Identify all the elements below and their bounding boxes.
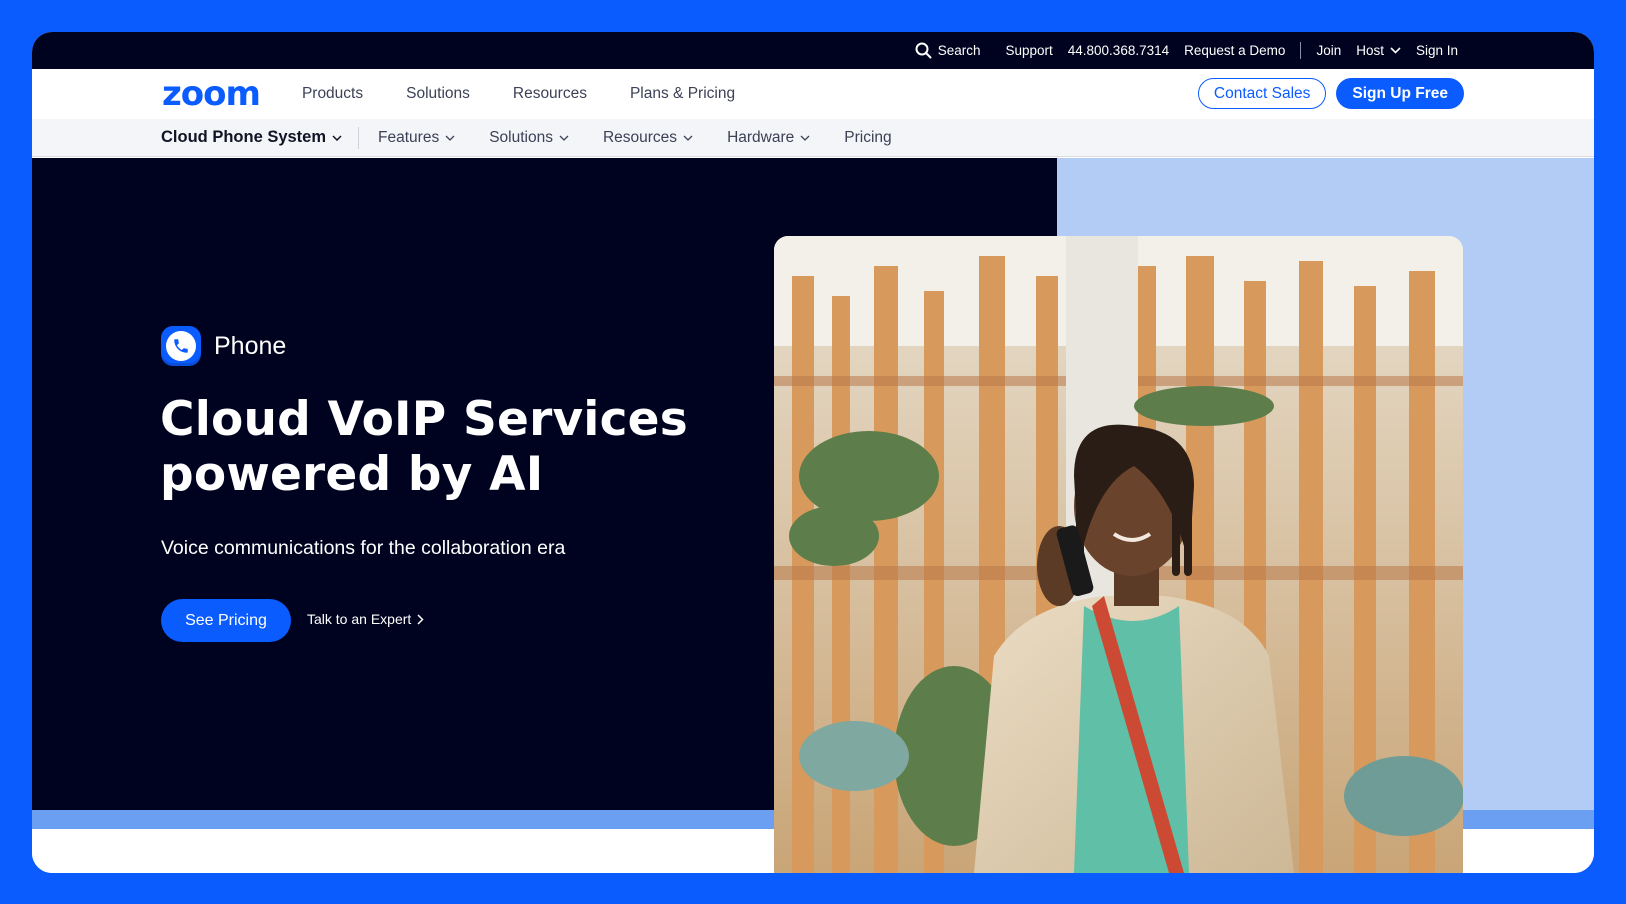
product-badge: Phone: [161, 326, 286, 366]
product-name: Phone: [214, 331, 287, 360]
woman-on-phone-illustration: [774, 236, 1463, 873]
host-label: Host: [1356, 43, 1384, 58]
talk-to-expert-label: Talk to an Expert: [307, 611, 412, 627]
subnav-pricing-label: Pricing: [844, 128, 892, 146]
chevron-right-icon: [417, 613, 424, 625]
hero-subtitle: Voice communications for the collaborati…: [161, 537, 566, 559]
chevron-down-icon: [683, 135, 693, 141]
chevron-down-icon: [1390, 47, 1401, 54]
utility-bar: Search Support 44.800.368.7314 Request a…: [32, 32, 1594, 69]
talk-to-expert-link[interactable]: Talk to an Expert: [307, 611, 424, 627]
contact-sales-button[interactable]: Contact Sales: [1197, 78, 1327, 109]
search-label: Search: [937, 43, 981, 58]
see-pricing-button[interactable]: See Pricing: [161, 599, 291, 642]
hero-photo: [774, 236, 1463, 873]
browser-frame: Search Support 44.800.368.7314 Request a…: [32, 32, 1594, 873]
chevron-down-icon: [332, 134, 342, 141]
sub-nav: Cloud Phone System Features Solutions Re…: [32, 119, 1594, 157]
request-demo-link[interactable]: Request a Demo: [1184, 43, 1285, 58]
chevron-down-icon: [800, 135, 810, 141]
phone-handset-icon: [174, 339, 188, 353]
product-label: Cloud Phone System: [161, 128, 327, 146]
main-nav: zoom Products Solutions Resources Plans …: [32, 69, 1594, 119]
support-link[interactable]: Support: [1005, 43, 1052, 58]
nav-resources[interactable]: Resources: [513, 85, 587, 103]
subnav-pricing[interactable]: Pricing: [844, 129, 891, 147]
nav-products[interactable]: Products: [302, 85, 363, 103]
phone-number-link[interactable]: 44.800.368.7314: [1068, 43, 1169, 58]
search-icon: [915, 42, 932, 59]
nav-solutions[interactable]: Solutions: [406, 85, 470, 103]
subnav-resources-label: Resources: [602, 128, 678, 146]
subnav-hardware-label: Hardware: [727, 128, 795, 146]
join-link[interactable]: Join: [1316, 43, 1341, 58]
subnav-solutions[interactable]: Solutions: [489, 129, 569, 147]
search-link[interactable]: Search: [915, 42, 981, 59]
product-dropdown[interactable]: Cloud Phone System: [161, 126, 360, 149]
subnav-features-label: Features: [378, 128, 440, 146]
sign-in-link[interactable]: Sign In: [1416, 43, 1458, 58]
chevron-down-icon: [445, 135, 455, 141]
hero-title-line-1: Cloud VoIP Services: [160, 392, 688, 447]
subnav-features[interactable]: Features: [378, 129, 455, 147]
chevron-down-icon: [559, 135, 569, 141]
hero-title: Cloud VoIP Services powered by AI: [160, 392, 760, 502]
subnav-solutions-label: Solutions: [489, 128, 553, 146]
nav-plans-pricing[interactable]: Plans & Pricing: [630, 85, 735, 103]
zoom-logo[interactable]: zoom: [162, 77, 261, 111]
hero-title-line-2: powered by AI: [160, 447, 544, 502]
utility-divider: [1300, 42, 1302, 59]
nav-actions: Contact Sales Sign Up Free: [1197, 78, 1464, 109]
subnav-hardware[interactable]: Hardware: [727, 129, 810, 147]
phone-app-icon: [161, 326, 201, 366]
host-dropdown[interactable]: Host: [1356, 43, 1401, 58]
sign-up-free-button[interactable]: Sign Up Free: [1336, 78, 1464, 109]
subnav-resources[interactable]: Resources: [603, 129, 693, 147]
